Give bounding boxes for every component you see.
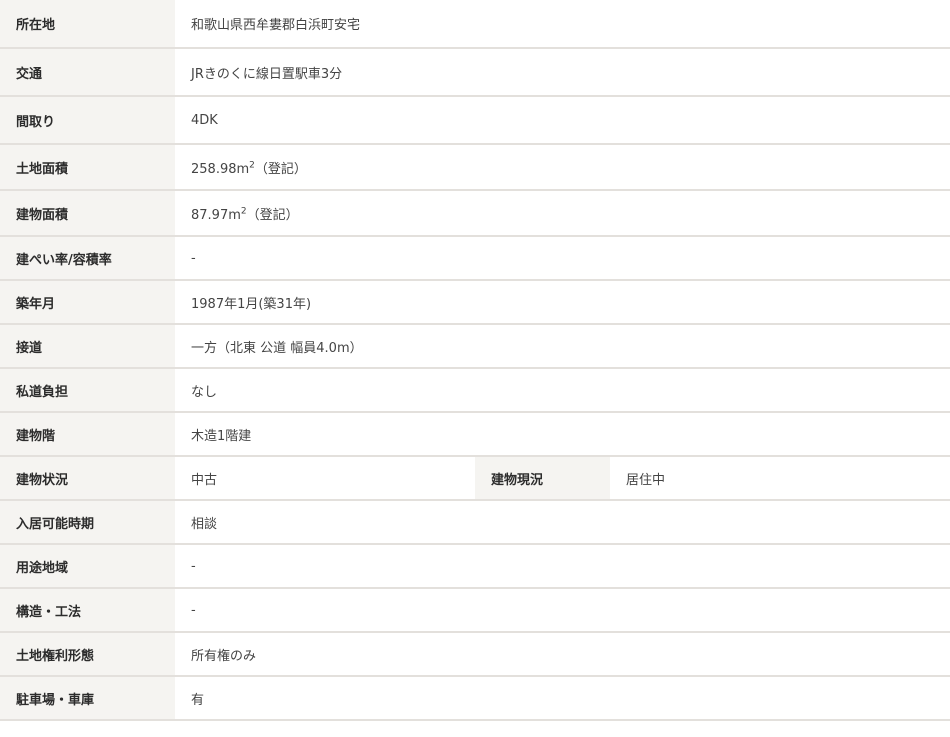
land-area-note: （登記） [254, 161, 307, 177]
spec-label: 間取り [0, 96, 175, 144]
spec-value: - [175, 544, 950, 588]
building-area-value: 87.97m [191, 207, 241, 223]
spec-row-land-area: 土地面積 258.98m2（登記） [0, 144, 950, 190]
spec-label-current-status: 建物現況 [475, 456, 610, 500]
spec-label: 私道負担 [0, 368, 175, 412]
spec-value: 所有権のみ [175, 632, 950, 676]
spec-value: 相談 [175, 500, 950, 544]
spec-label: 所在地 [0, 0, 175, 48]
spec-value: なし [175, 368, 950, 412]
spec-row-built-date: 築年月 1987年1月(築31年) [0, 280, 950, 324]
spec-row-structure: 構造・工法 - [0, 588, 950, 632]
spec-row-building-area: 建物面積 87.97m2（登記） [0, 190, 950, 236]
spec-row-building-status: 建物状況 中古 建物現況 居住中 [0, 456, 950, 500]
spec-row-land-rights: 土地権利形態 所有権のみ [0, 632, 950, 676]
spec-value: 木造1階建 [175, 412, 950, 456]
spec-row-private-road: 私道負担 なし [0, 368, 950, 412]
spec-label: 構造・工法 [0, 588, 175, 632]
spec-row-move-in: 入居可能時期 相談 [0, 500, 950, 544]
spec-label: 駐車場・車庫 [0, 676, 175, 720]
spec-label: 接道 [0, 324, 175, 368]
spec-label: 建物面積 [0, 190, 175, 236]
spec-value: 1987年1月(築31年) [175, 280, 950, 324]
spec-row-zoning: 用途地域 - [0, 544, 950, 588]
spec-value: 258.98m2（登記） [175, 144, 950, 190]
spec-value: 一方（北東 公道 幅員4.0m） [175, 324, 950, 368]
spec-label: 築年月 [0, 280, 175, 324]
spec-row-road-access: 接道 一方（北東 公道 幅員4.0m） [0, 324, 950, 368]
spec-row-parking: 駐車場・車庫 有 [0, 676, 950, 720]
spec-label: 建物状況 [0, 456, 175, 500]
spec-label: 入居可能時期 [0, 500, 175, 544]
spec-value: 4DK [175, 96, 950, 144]
spec-row-coverage-ratio: 建ぺい率/容積率 - [0, 236, 950, 280]
spec-value: JRきのくに線日置駅車3分 [175, 48, 950, 96]
building-area-note: （登記） [246, 207, 299, 223]
spec-label: 土地面積 [0, 144, 175, 190]
land-area-value: 258.98m [191, 161, 250, 177]
spec-label: 用途地域 [0, 544, 175, 588]
spec-row-layout: 間取り 4DK [0, 96, 950, 144]
spec-value: 有 [175, 676, 950, 720]
property-spec-table: 所在地 和歌山県西牟婁郡白浜町安宅 交通 JRきのくに線日置駅車3分 間取り 4… [0, 0, 950, 721]
spec-value: - [175, 236, 950, 280]
spec-value: - [175, 588, 950, 632]
spec-label: 建物階 [0, 412, 175, 456]
spec-row-floors: 建物階 木造1階建 [0, 412, 950, 456]
spec-value: 和歌山県西牟婁郡白浜町安宅 [175, 0, 950, 48]
spec-label: 建ぺい率/容積率 [0, 236, 175, 280]
spec-value-current-status: 居住中 [610, 456, 950, 500]
spec-row-location: 所在地 和歌山県西牟婁郡白浜町安宅 [0, 0, 950, 48]
spec-label: 土地権利形態 [0, 632, 175, 676]
spec-value: 87.97m2（登記） [175, 190, 950, 236]
spec-row-transport: 交通 JRきのくに線日置駅車3分 [0, 48, 950, 96]
spec-value: 中古 [175, 456, 475, 500]
spec-label: 交通 [0, 48, 175, 96]
